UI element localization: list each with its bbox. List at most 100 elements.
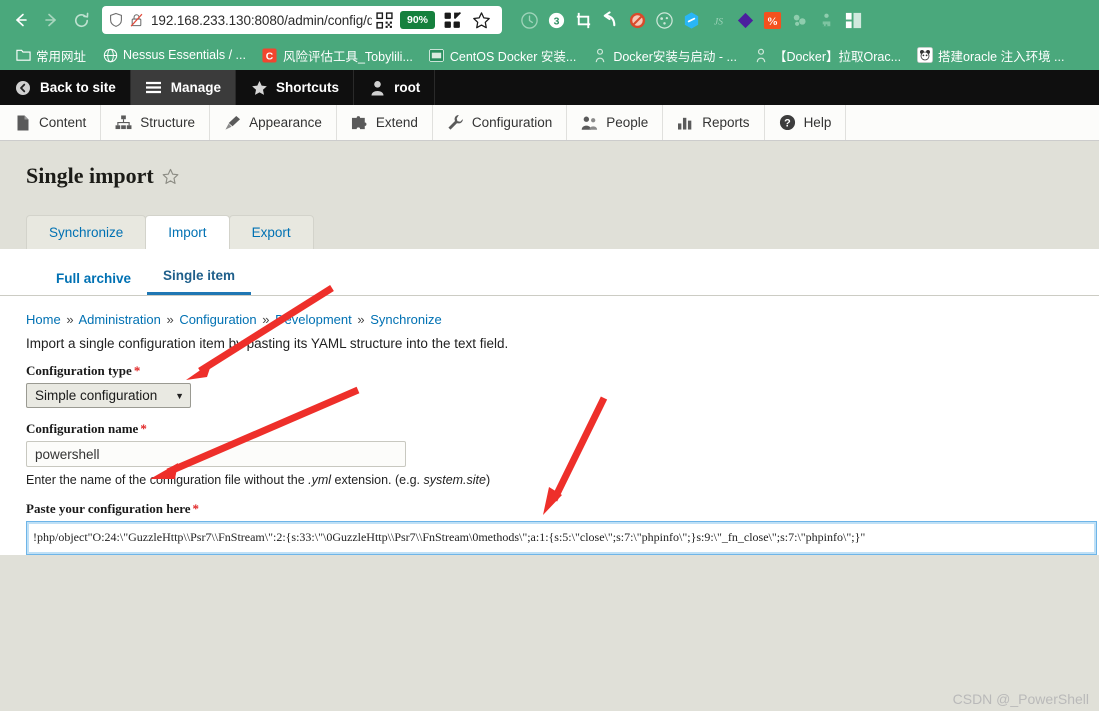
menu-item-extend[interactable]: Extend [337, 105, 433, 140]
menu-label: Appearance [249, 115, 322, 130]
paste-configuration-label: Paste your configuration here * [26, 501, 1099, 517]
tab-import[interactable]: Import [145, 215, 230, 249]
toolbar-shortcuts[interactable]: Shortcuts [236, 70, 355, 105]
cookie-icon [655, 11, 673, 29]
url-text[interactable]: 192.168.233.130:8080/admin/config/d [151, 13, 372, 28]
forward-button[interactable] [36, 5, 66, 35]
extension-panels-icon[interactable] [840, 7, 866, 33]
required-mark: * [140, 421, 147, 436]
bookmark-item[interactable]: 【Docker】拉取Orac... [746, 44, 908, 67]
label-text: Configuration name [26, 421, 139, 436]
desc-yml: .yml [308, 473, 332, 487]
document-icon [14, 114, 31, 131]
drupal-admin-toolbar: Back to site Manage Shortcuts root [0, 70, 1099, 105]
diamond-purple-icon [737, 12, 753, 28]
secondary-tabs: Full archive Single item [0, 249, 1099, 296]
required-mark: * [192, 501, 200, 516]
drupal-admin-menu: Content Structure Appearance Extend Conf… [0, 105, 1099, 141]
select-value: Simple configuration [35, 388, 158, 403]
breadcrumb-development[interactable]: Development [275, 312, 352, 327]
configuration-type-select[interactable]: Simple configuration ▼ [26, 383, 191, 408]
breadcrumb-configuration[interactable]: Configuration [179, 312, 256, 327]
tab-synchronize[interactable]: Synchronize [26, 215, 147, 249]
menu-item-reports[interactable]: Reports [663, 105, 765, 140]
menu-item-configuration[interactable]: Configuration [433, 105, 568, 140]
star-outline-icon[interactable] [472, 11, 491, 30]
crop-icon [576, 12, 590, 28]
paste-configuration-wrapper: !php/object"O:24:\"GuzzleHttp\\Psr7\\FnS… [26, 521, 1099, 555]
subtab-single-item[interactable]: Single item [147, 263, 252, 295]
bookmark-label: Nessus Essentials / ... [123, 48, 246, 62]
menu-item-people[interactable]: People [567, 105, 664, 140]
bookmark-item[interactable]: Docker安装与启动 - ... [585, 44, 744, 67]
extension-dots-icon[interactable] [786, 7, 812, 33]
svg-text:3: 3 [553, 16, 559, 27]
toolbar-back-to-site[interactable]: Back to site [0, 70, 131, 105]
menu-label: Configuration [471, 115, 553, 130]
subtab-full-archive[interactable]: Full archive [40, 266, 147, 295]
bookmark-label: 风险评估工具_Tobylili... [282, 49, 413, 64]
label-text: Configuration type [26, 363, 132, 378]
extension-undo-icon[interactable] [597, 7, 623, 33]
extension-block-ads-icon[interactable] [624, 7, 650, 33]
extension-clock-icon[interactable] [516, 7, 542, 33]
extension-badge-3-icon[interactable]: 3 [543, 7, 569, 33]
bookmark-item[interactable]: 搭建oracle 注入环境 ... [910, 44, 1071, 67]
breadcrumb-home[interactable]: Home [26, 312, 61, 327]
back-circle-icon [14, 79, 32, 97]
configuration-type-label: Configuration type * [26, 363, 1099, 379]
hexagon-blue-icon [684, 11, 698, 29]
zoom-level-badge[interactable]: 90% [399, 11, 435, 29]
url-bar[interactable]: 192.168.233.130:8080/admin/config/d 90% [102, 6, 502, 34]
question-circle-icon: ? [779, 114, 796, 131]
paste-configuration-textarea[interactable]: !php/object"O:24:\"GuzzleHttp\\Psr7\\FnS… [26, 521, 1097, 555]
desc-part: extension. (e.g. [331, 473, 424, 487]
toolbar-manage[interactable]: Manage [130, 70, 237, 105]
breadcrumb-separator: » [357, 312, 365, 327]
extension-hexagon-icon[interactable] [678, 7, 704, 33]
toolbar-label: Shortcuts [276, 80, 340, 95]
menu-label: Content [39, 115, 87, 130]
extension-spray-icon[interactable] [813, 7, 839, 33]
arrow-left-icon [16, 13, 27, 27]
toolbar-user-account[interactable]: root [354, 70, 436, 105]
form-intro-text: Import a single configuration item by pa… [26, 336, 509, 351]
bookmark-item[interactable]: CentOS Docker 安装... [422, 44, 583, 67]
breadcrumb-synchronize[interactable]: Synchronize [370, 312, 442, 327]
back-button[interactable] [6, 5, 36, 35]
star-outline-icon[interactable] [162, 168, 179, 185]
bookmark-item[interactable]: C 风险评估工具_Tobylili... [255, 44, 420, 67]
qr-code-icon[interactable] [376, 11, 393, 29]
c-square-icon: C [262, 47, 278, 63]
menu-item-help[interactable]: ? Help [765, 105, 847, 140]
configuration-name-description: Enter the name of the configuration file… [26, 473, 1099, 487]
configuration-name-input[interactable] [26, 441, 406, 467]
lock-crossed-icon [130, 13, 143, 27]
extension-cookie-icon[interactable] [651, 7, 677, 33]
tab-export[interactable]: Export [228, 215, 314, 249]
extension-javascript-icon[interactable]: JS [705, 7, 731, 33]
menu-label: Reports [702, 115, 750, 130]
block-ads-icon [629, 12, 645, 28]
page-title-text: Single import [26, 163, 154, 188]
menu-item-appearance[interactable]: Appearance [210, 105, 337, 140]
menu-item-structure[interactable]: Structure [101, 105, 211, 140]
extension-percent-icon[interactable]: % [759, 7, 785, 33]
dots-icon [793, 14, 806, 26]
extensions-grid-icon[interactable] [443, 11, 462, 30]
menu-item-content[interactable]: Content [0, 105, 102, 140]
bookmark-item[interactable]: Nessus Essentials / ... [95, 45, 253, 65]
shield-icon [110, 12, 122, 27]
sitemap-icon [115, 114, 132, 131]
browser-chrome: 192.168.233.130:8080/admin/config/d 90% [0, 0, 1099, 70]
breadcrumb-administration[interactable]: Administration [78, 312, 160, 327]
extension-diamond-icon[interactable] [732, 7, 758, 33]
breadcrumb-separator: » [66, 312, 74, 327]
reload-button[interactable] [66, 5, 96, 35]
folder-icon [15, 47, 31, 63]
bookmark-item[interactable]: 常用网址 [8, 44, 93, 67]
undo-arrow-icon [603, 10, 615, 26]
extension-crop-icon[interactable] [570, 7, 596, 33]
form-body: Home » Administration » Configuration » … [0, 296, 1099, 555]
puzzle-icon [351, 114, 368, 131]
